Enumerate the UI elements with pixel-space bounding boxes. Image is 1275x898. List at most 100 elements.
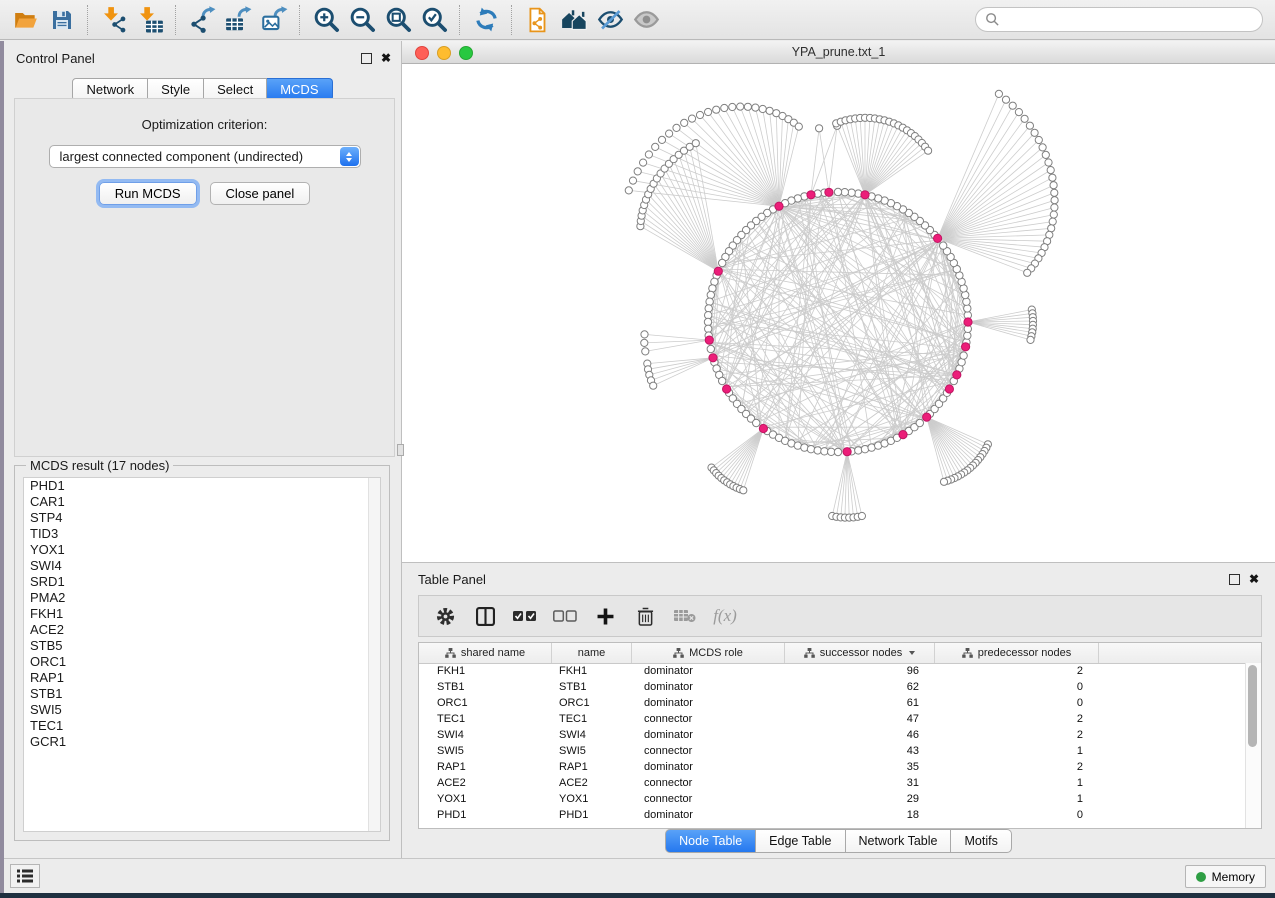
hide-selected-button[interactable] (592, 3, 628, 37)
import-network-button[interactable] (96, 3, 132, 37)
column-header-name[interactable]: name (552, 643, 632, 663)
window-zoom-traffic-light[interactable] (459, 46, 473, 60)
table-row[interactable]: ORC1ORC1dominator610 (419, 695, 1246, 711)
table-row[interactable]: TEC1TEC1connector472 (419, 711, 1246, 727)
session-home-button[interactable] (556, 3, 592, 37)
table-tab-network-table[interactable]: Network Table (846, 829, 952, 853)
mcds-result-item[interactable]: CAR1 (24, 494, 380, 510)
zoom-out-button[interactable] (344, 3, 380, 37)
panel-splitter-handle[interactable] (397, 444, 404, 456)
function-builder-button[interactable]: f(x) (705, 598, 745, 634)
column-header-successor-nodes[interactable]: successor nodes (785, 643, 935, 663)
table-row[interactable]: RAP1RAP1dominator352 (419, 759, 1246, 775)
mcds-result-item[interactable]: SWI5 (24, 702, 380, 718)
table-row[interactable]: PHD1PHD1dominator180 (419, 807, 1246, 823)
select-all-rows-button[interactable] (505, 598, 545, 634)
open-session-button[interactable] (8, 3, 44, 37)
mcds-result-item[interactable]: SWI4 (24, 558, 380, 574)
mcds-result-list[interactable]: PHD1CAR1STP4TID3YOX1SWI4SRD1PMA2FKH1ACE2… (23, 477, 381, 832)
export-image-button[interactable] (256, 3, 292, 37)
delete-columns-button[interactable] (625, 598, 665, 634)
window-minimize-traffic-light[interactable] (437, 46, 451, 60)
task-history-button[interactable] (10, 864, 40, 888)
table-cell: connector (632, 777, 785, 789)
delete-table-icon (674, 609, 696, 623)
mcds-result-item[interactable]: STB1 (24, 686, 380, 702)
table-settings-button[interactable] (425, 598, 465, 634)
table-panel-close-button[interactable]: ✖ (1249, 574, 1259, 584)
mcds-result-item[interactable]: PHD1 (24, 478, 380, 494)
search-input[interactable] (1000, 12, 1253, 28)
mcds-result-item[interactable]: SRD1 (24, 574, 380, 590)
mcds-result-item[interactable]: RAP1 (24, 670, 380, 686)
table-cell: 0 (935, 697, 1099, 709)
table-tab-motifs[interactable]: Motifs (951, 829, 1011, 853)
zoom-in-button[interactable] (308, 3, 344, 37)
export-table-button[interactable] (220, 3, 256, 37)
refresh-view-button[interactable] (468, 3, 504, 37)
mcds-result-item[interactable]: FKH1 (24, 606, 380, 622)
table-tab-edge-table[interactable]: Edge Table (756, 829, 845, 853)
table-row[interactable]: STB1STB1dominator620 (419, 679, 1246, 695)
mcds-result-item[interactable]: STP4 (24, 510, 380, 526)
search-field[interactable] (975, 7, 1263, 32)
mcds-result-item[interactable]: PMA2 (24, 590, 380, 606)
export-network-button[interactable] (184, 3, 220, 37)
table-row[interactable]: FKH1FKH1dominator962 (419, 663, 1246, 679)
table-cell: 31 (785, 777, 935, 789)
mcds-result-item[interactable]: YOX1 (24, 542, 380, 558)
mcds-result-item[interactable]: TID3 (24, 526, 380, 542)
mcds-list-scrollbar[interactable] (368, 478, 380, 831)
table-cell: 62 (785, 681, 935, 693)
mcds-panel: Optimization criterion: largest connecte… (14, 98, 395, 457)
window-close-traffic-light[interactable] (415, 46, 429, 60)
control-panel-float-button[interactable] (361, 53, 372, 64)
table-row[interactable]: SWI4SWI4dominator462 (419, 727, 1246, 743)
network-canvas[interactable] (402, 64, 1274, 561)
table-cell: 35 (785, 761, 935, 773)
column-header-MCDS-role[interactable]: MCDS role (632, 643, 785, 663)
network-window-titlebar[interactable]: YPA_prune.txt_1 (402, 41, 1275, 64)
mcds-result-item[interactable]: ORC1 (24, 654, 380, 670)
column-header-shared-name[interactable]: shared name (419, 643, 552, 663)
gear-icon (436, 607, 455, 626)
table-scrollbar-thumb[interactable] (1248, 665, 1257, 747)
status-bar: Memory (4, 858, 1275, 893)
table-scrollbar[interactable] (1245, 663, 1261, 828)
table-row[interactable]: YOX1YOX1connector291 (419, 791, 1246, 807)
mcds-result-item[interactable]: TEC1 (24, 718, 380, 734)
table-row[interactable]: ACE2ACE2connector311 (419, 775, 1246, 791)
table-cell: 2 (935, 665, 1099, 677)
show-columns-button[interactable] (465, 598, 505, 634)
table-cell: 47 (785, 713, 935, 725)
delete-table-button[interactable] (665, 598, 705, 634)
save-session-button[interactable] (44, 3, 80, 37)
zoom-fit-button[interactable] (380, 3, 416, 37)
control-panel-close-button[interactable]: ✖ (381, 53, 391, 63)
unchecked-boxes-icon (553, 610, 577, 622)
control-panel-title: Control Panel (16, 51, 95, 66)
duplicate-network-button[interactable] (520, 3, 556, 37)
memory-button[interactable]: Memory (1185, 865, 1266, 888)
zoom-selected-button[interactable] (416, 3, 452, 37)
mcds-result-item[interactable]: ACE2 (24, 622, 380, 638)
deselect-all-rows-button[interactable] (545, 598, 585, 634)
mcds-result-item[interactable]: STB5 (24, 638, 380, 654)
run-mcds-button[interactable]: Run MCDS (99, 182, 197, 205)
table-tab-node-table[interactable]: Node Table (665, 829, 756, 853)
select-stepper-icon (340, 147, 359, 166)
close-panel-button[interactable]: Close panel (210, 182, 311, 205)
columns-icon (476, 607, 495, 626)
show-all-button[interactable] (628, 3, 664, 37)
memory-status-dot-icon (1196, 872, 1206, 882)
optimization-criterion-select[interactable]: largest connected component (undirected) (49, 145, 361, 168)
table-cell: connector (632, 793, 785, 805)
import-network-icon (101, 6, 128, 33)
table-panel-float-button[interactable] (1229, 574, 1240, 585)
column-header-predecessor-nodes[interactable]: predecessor nodes (935, 643, 1099, 663)
create-column-button[interactable] (585, 598, 625, 634)
table-row[interactable]: SWI5SWI5connector431 (419, 743, 1246, 759)
mcds-result-item[interactable]: GCR1 (24, 734, 380, 750)
import-table-button[interactable] (132, 3, 168, 37)
table-panel-title: Table Panel (418, 572, 486, 587)
